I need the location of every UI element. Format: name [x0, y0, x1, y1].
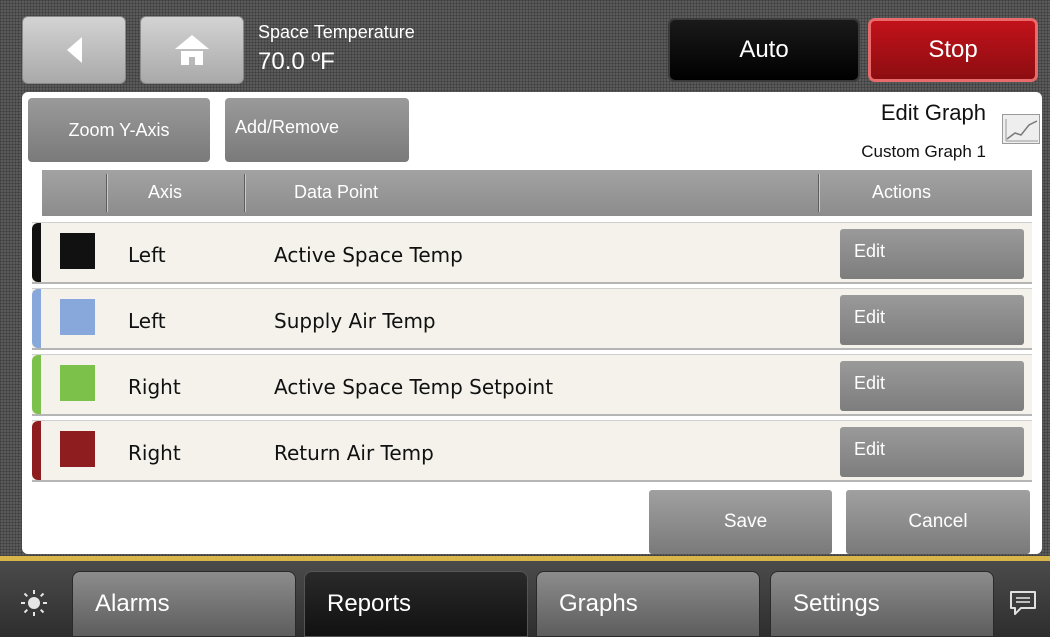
table-header: Axis Data Point Actions: [42, 170, 1032, 216]
edit-button[interactable]: Edit: [840, 229, 1024, 279]
auto-button[interactable]: Auto: [668, 18, 860, 82]
row-axis: Left: [128, 243, 166, 267]
column-divider: [818, 174, 820, 212]
row-data-point: Return Air Temp: [274, 441, 434, 465]
series-color-stripe: [32, 223, 41, 282]
zoom-y-axis-button[interactable]: Zoom Y-Axis: [28, 98, 210, 162]
table-row[interactable]: Left Supply Air Temp Edit: [32, 288, 1032, 350]
table-row[interactable]: Right Active Space Temp Setpoint Edit: [32, 354, 1032, 416]
row-axis: Right: [128, 375, 181, 399]
message-icon[interactable]: [1008, 589, 1038, 617]
back-arrow-icon: [67, 37, 82, 63]
row-axis: Right: [128, 441, 181, 465]
page-title: Edit Graph: [880, 100, 986, 125]
edit-graph-panel: Zoom Y-Axis Add/Remove Edit Graph Custom…: [22, 92, 1042, 554]
top-bar: Space Temperature 70.0 ºF Auto Stop: [0, 0, 1050, 92]
column-divider: [244, 174, 246, 212]
back-button[interactable]: [22, 16, 126, 84]
home-button[interactable]: [140, 16, 244, 84]
series-color-swatch: [60, 431, 95, 467]
sun-icon[interactable]: [20, 589, 48, 617]
row-data-point: Active Space Temp Setpoint: [274, 375, 554, 399]
tab-graphs[interactable]: Graphs: [536, 571, 760, 637]
add-remove-button[interactable]: Add/Remove: [225, 98, 409, 162]
edit-button[interactable]: Edit: [840, 295, 1024, 345]
tab-settings[interactable]: Settings: [770, 571, 994, 637]
edit-button[interactable]: Edit: [840, 427, 1024, 477]
point-name: Space Temperature: [258, 22, 415, 42]
home-icon: [175, 35, 209, 65]
table-row[interactable]: Left Active Space Temp Edit: [32, 222, 1032, 284]
row-data-point: Active Space Temp: [274, 243, 463, 267]
graph-icon: [1002, 114, 1040, 144]
series-color-stripe: [32, 355, 41, 414]
column-divider: [106, 174, 108, 212]
row-data-point: Supply Air Temp: [274, 309, 436, 333]
bottom-nav: Alarms Reports Graphs Settings: [0, 561, 1050, 637]
tab-reports[interactable]: Reports: [304, 571, 528, 637]
series-color-stripe: [32, 421, 41, 480]
series-color-stripe: [32, 289, 41, 348]
column-header-actions: Actions: [872, 182, 932, 202]
table-row[interactable]: Right Return Air Temp Edit: [32, 420, 1032, 482]
graph-name: Custom Graph 1: [861, 142, 986, 161]
tab-alarms[interactable]: Alarms: [72, 571, 296, 637]
series-color-swatch: [60, 299, 95, 335]
save-button[interactable]: Save: [649, 490, 832, 554]
cancel-button[interactable]: Cancel: [846, 490, 1030, 554]
point-value: 70.0 ºF: [258, 48, 335, 75]
column-header-axis: Axis: [148, 182, 183, 202]
row-axis: Left: [128, 309, 166, 333]
series-color-swatch: [60, 365, 95, 401]
column-header-data-point: Data Point: [294, 182, 379, 202]
stop-button[interactable]: Stop: [868, 18, 1038, 82]
edit-button[interactable]: Edit: [840, 361, 1024, 411]
series-color-swatch: [60, 233, 95, 269]
